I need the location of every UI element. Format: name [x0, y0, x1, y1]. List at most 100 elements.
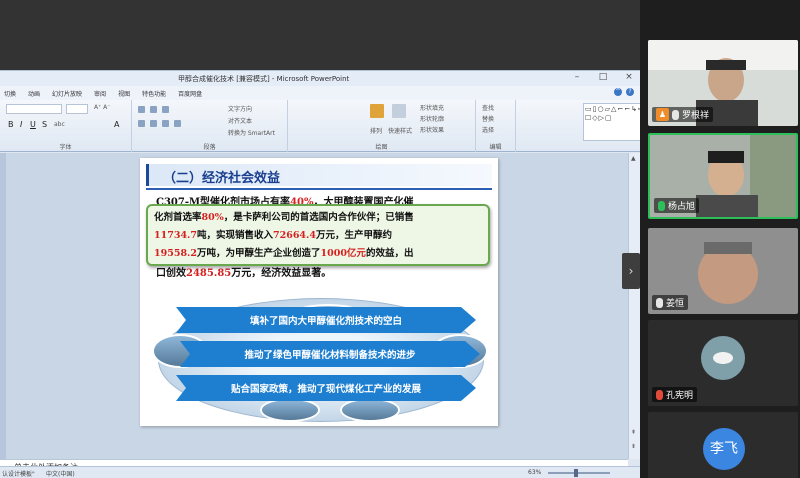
bullets-icon[interactable]	[138, 106, 145, 113]
participant-name: 杨占旭	[668, 202, 696, 212]
text-direction-button[interactable]: 文字方向	[228, 104, 252, 113]
editing-group-label: 编辑	[489, 144, 502, 151]
microphone-active-icon	[658, 200, 665, 211]
benefit-banner-3-text: 贴合国家政策，推动了现代煤化工产业的发展	[230, 384, 421, 395]
collapse-ribbon-icon[interactable]: ^	[614, 88, 622, 96]
font-name-box[interactable]	[6, 104, 62, 114]
vertical-scrollbar[interactable]: ▲ ⇞ ⇟	[628, 153, 640, 459]
shadow-button[interactable]: S	[42, 120, 47, 129]
slide-title-bar: （二）经济社会效益	[146, 164, 492, 186]
maximize-button[interactable]: □	[596, 72, 610, 82]
participant-tile-1[interactable]: ♟ 罗根祥	[648, 40, 798, 126]
participant-tile-3[interactable]: 姜恒	[648, 228, 798, 314]
thumbnail-pane-edge[interactable]	[0, 153, 6, 459]
callout-text: 万元，生产甲醇约	[315, 230, 392, 241]
benefit-banner-3: 贴合国家政策，推动了现代煤化工产业的发展	[176, 375, 476, 401]
zoom-slider[interactable]	[548, 469, 610, 477]
participant-name-bar: 杨占旭	[654, 198, 700, 213]
participant-tile-4[interactable]: 孔宪明	[648, 320, 798, 406]
close-button[interactable]: ×	[622, 72, 636, 82]
tab-features[interactable]: 特色功能	[142, 89, 166, 98]
align-left-icon[interactable]	[138, 120, 145, 127]
benefit-banner-1: 填补了国内大甲醇催化剂技术的空白	[176, 307, 476, 333]
shapes-gallery[interactable]: ▭▯○▱△⌐⌐↳⇨⇩☆{}☐◇▷▢	[583, 103, 645, 141]
callout-text: 的效益，出	[365, 248, 414, 259]
zoom-level[interactable]: 63%	[528, 469, 541, 476]
ribbon: A⁺ A⁻ B I U S abc A 字体 文字方向 对齐文本 转换为 Sma…	[0, 100, 645, 152]
font-color-button[interactable]: A	[114, 120, 119, 129]
highlight-callout[interactable]: 化剂首选率80%，是卡萨利公司的首选国内合作伙伴；已销售 11734.7吨，实现…	[146, 204, 490, 266]
benefit-banner-2-text: 推动了绿色甲醇催化材料制备技术的进步	[244, 350, 416, 361]
bold-button[interactable]: B	[8, 120, 14, 129]
participant-tile-2[interactable]: 杨占旭	[648, 133, 798, 219]
screen: 甲醇合成催化技术 [兼容模式] - Microsoft PowerPoint –…	[0, 0, 800, 478]
slide[interactable]: （二）经济社会效益 C307-M型催化剂市场占有率40%，大甲醇装置国产化催 口…	[140, 158, 498, 426]
align-text-button[interactable]: 对齐文本	[228, 116, 252, 125]
underline-button[interactable]: U	[30, 120, 36, 129]
tab-baidu[interactable]: 百度网盘	[178, 89, 202, 98]
tab-slideshow[interactable]: 幻灯片放映	[52, 89, 82, 98]
scroll-up-icon[interactable]: ▲	[631, 155, 636, 162]
benefit-banner-1-text: 填补了国内大甲醇催化剂技术的空白	[249, 316, 402, 327]
paragraph-text: 口创效	[156, 268, 186, 279]
next-slide-icon[interactable]: ⇟	[631, 443, 636, 450]
editing-group: 查找 替换 选择 编辑	[476, 100, 516, 152]
callout-text: 化剂首选率	[154, 212, 202, 223]
collapse-panel-chevron-icon[interactable]: ›	[622, 253, 640, 289]
minimize-button[interactable]: –	[570, 72, 584, 82]
paragraph-group-label: 段落	[203, 144, 216, 151]
arrange-button[interactable]: 排列	[370, 126, 382, 135]
help-icon[interactable]: ?	[626, 88, 634, 96]
microphone-icon	[656, 297, 663, 308]
participant-name: 孔宪明	[666, 391, 694, 401]
title-underline	[146, 188, 492, 190]
italic-button[interactable]: I	[20, 120, 22, 129]
callout-text: 万吨，为甲醇生产企业创造了	[196, 248, 321, 259]
numbering-icon[interactable]	[150, 106, 157, 113]
prev-slide-icon[interactable]: ⇞	[631, 429, 636, 436]
slide-title: （二）经济社会效益	[163, 171, 281, 186]
window-title: 甲醇合成催化技术 [兼容模式] - Microsoft PowerPoint	[178, 75, 350, 83]
shape-outline-button[interactable]: 形状轮廓	[420, 114, 444, 123]
status-language[interactable]: 中文(中国)	[46, 469, 75, 478]
participant-name-bar: 孔宪明	[652, 387, 698, 402]
highlight-value: 19558.2	[154, 248, 197, 259]
callout-text: ，是卡萨利公司的首选国内合作伙伴；已销售	[223, 212, 414, 223]
justify-icon[interactable]	[174, 120, 181, 127]
participant-name-bar: 姜恒	[652, 295, 689, 310]
drawing-group: ▭▯○▱△⌐⌐↳⇨⇩☆{}☐◇▷▢ 排列 快速样式 形状填充 形状轮廓 形状效果…	[288, 100, 645, 152]
replace-button[interactable]: 替换	[482, 114, 494, 123]
align-center-icon[interactable]	[150, 120, 157, 127]
zoom-slider-knob[interactable]	[574, 469, 578, 477]
tab-review[interactable]: 审阅	[94, 89, 106, 98]
smartart-button[interactable]: 转换为 SmartArt	[228, 128, 275, 137]
font-size-box[interactable]	[66, 104, 88, 114]
host-badge-icon: ♟	[656, 108, 669, 121]
quick-styles-button[interactable]: 快速样式	[388, 126, 412, 135]
highlight-value: 2485.85	[186, 268, 232, 279]
tab-view[interactable]: 视图	[118, 89, 130, 98]
highlight-value: 72664.4	[272, 230, 316, 241]
arrange-icon[interactable]	[370, 104, 384, 118]
callout-line-3: 19558.2万吨，为甲醇生产企业创造了1000亿元的效益，出	[154, 245, 482, 263]
avatar: 李飞	[703, 428, 745, 470]
status-bar: 认设计模板" 中文(中国) 63%	[0, 466, 640, 478]
participant-name: 罗根祥	[682, 111, 710, 121]
microphone-muted-icon	[656, 389, 663, 400]
tab-transitions[interactable]: 切换	[4, 89, 16, 98]
participant-tile-5[interactable]: 李飞	[648, 412, 798, 478]
align-right-icon[interactable]	[162, 120, 169, 127]
indent-icon[interactable]	[162, 106, 169, 113]
find-button[interactable]: 查找	[482, 103, 494, 112]
highlight-value: 1000亿元	[320, 248, 366, 259]
shape-fill-button[interactable]: 形状填充	[420, 103, 444, 112]
shape-effects-button[interactable]: 形状效果	[420, 125, 444, 134]
strikethrough-button[interactable]: abc	[54, 121, 65, 128]
highlight-value: 11734.7	[154, 230, 197, 241]
plant-photo-bottom-right	[340, 398, 400, 422]
participant-name-bar: ♟ 罗根祥	[652, 107, 714, 122]
quick-styles-icon[interactable]	[392, 104, 406, 118]
select-button[interactable]: 选择	[482, 125, 494, 134]
grow-font-icon[interactable]: A⁺ A⁻	[94, 104, 110, 111]
tab-animations[interactable]: 动画	[28, 89, 40, 98]
